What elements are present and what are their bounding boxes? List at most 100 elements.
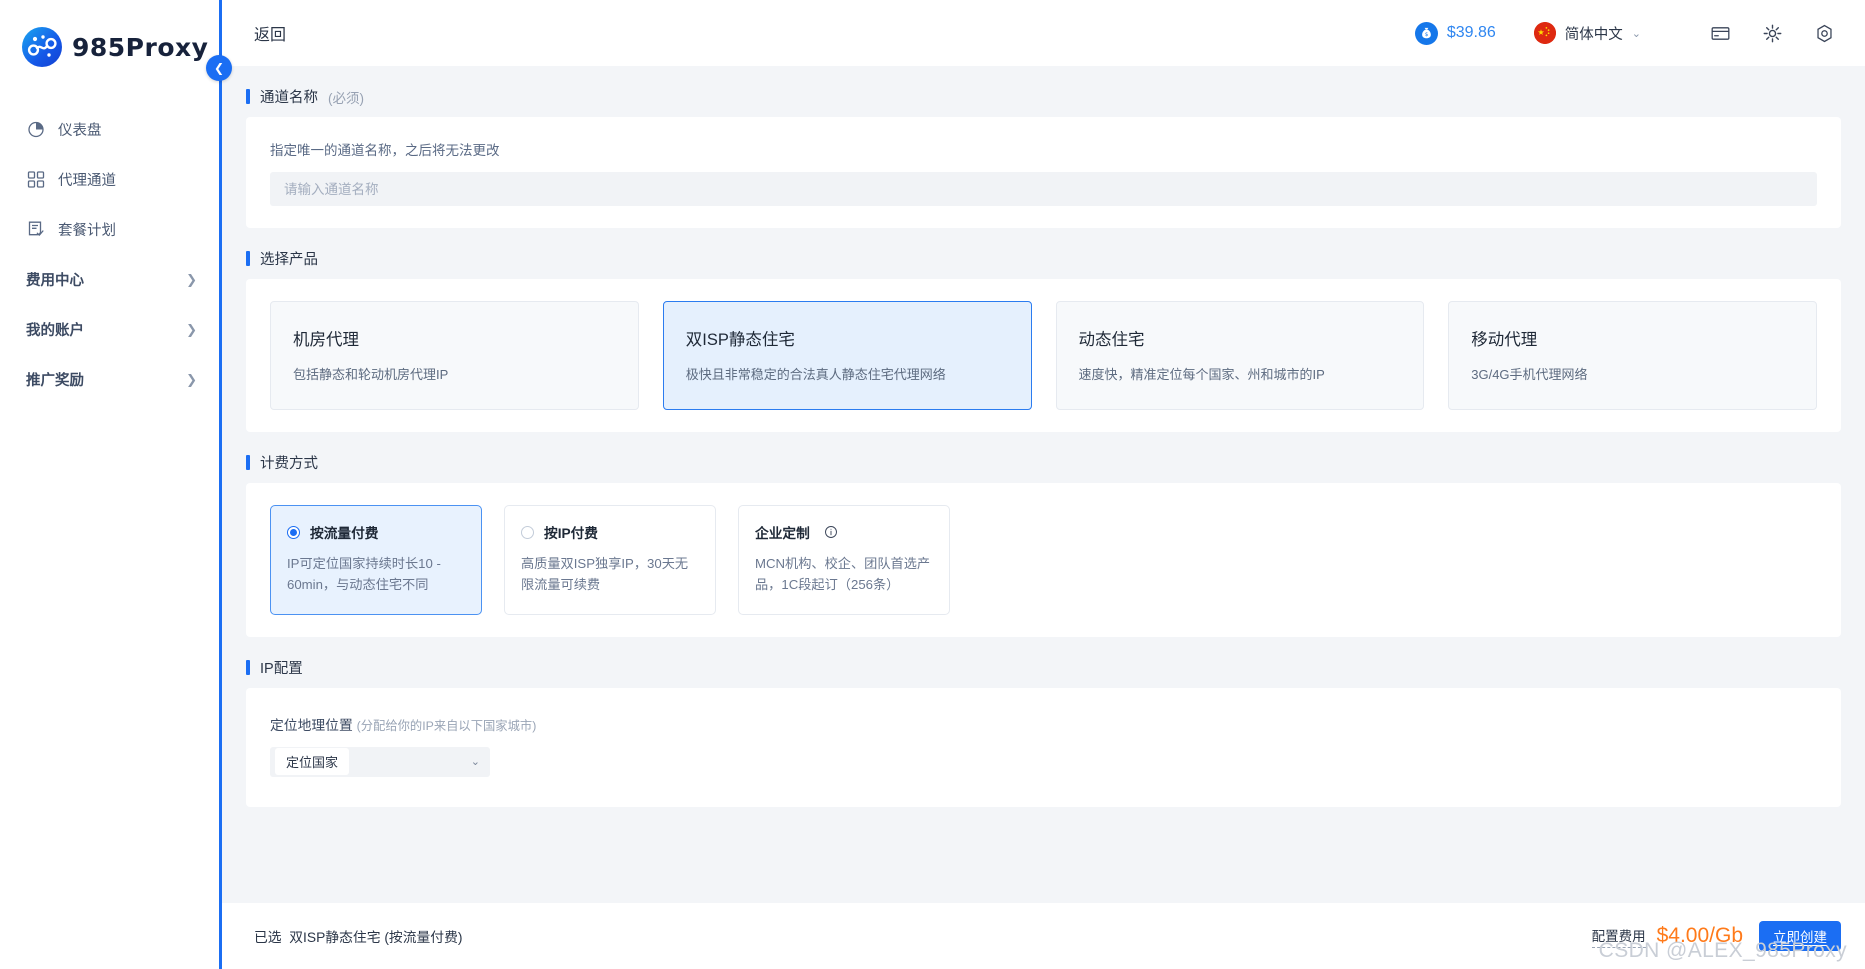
app-root: 985Proxy ❮ 仪表盘 代理通道 套餐计划 费用中心 ❯ 我的账户 ❯ 推…	[0, 0, 1865, 969]
money-bag-icon: $	[1414, 21, 1438, 45]
radio-button[interactable]	[287, 525, 300, 539]
billing-option-header: 企业定制	[755, 522, 933, 542]
ip-config-card: 定位地理位置 (分配给你的IP来自以下国家城市) 定位国家 ⌄	[246, 687, 1841, 807]
section-channel-name: 通道名称 (必须) 指定唯一的通道名称，之后将无法更改	[246, 80, 1841, 228]
section-ip-config: IP配置 定位地理位置 (分配给你的IP来自以下国家城市) 定位国家 ⌄	[246, 651, 1841, 807]
product-title: 机房代理	[293, 331, 359, 349]
billing-option-title: 按IP付费	[544, 526, 598, 541]
info-circle-icon[interactable]	[824, 525, 838, 539]
section-title: 通道名称	[260, 90, 318, 106]
sidebar-item-proxy-channel[interactable]: 代理通道	[0, 154, 219, 204]
channel-name-input[interactable]	[270, 172, 1817, 206]
sidebar-item-label: 我的账户	[26, 322, 84, 339]
language-selector[interactable]: 简体中文 ⌄	[1533, 22, 1641, 44]
sidebar-item-my-account[interactable]: 我的账户 ❯	[0, 304, 219, 354]
section-accent-bar	[246, 659, 250, 675]
billing-option-header: 按流量付费	[287, 522, 465, 542]
billing-option-title: 企业定制	[755, 526, 810, 541]
selected-summary: 已选 双ISP静态住宅 (按流量付费)	[254, 926, 463, 946]
sidebar-nav: 仪表盘 代理通道 套餐计划 费用中心 ❯ 我的账户 ❯ 推广奖励 ❯	[0, 104, 219, 404]
fee-amount: $4.00/Gb	[1656, 924, 1743, 947]
billing-option-header: 按IP付费	[521, 522, 699, 542]
brand-logo[interactable]: 985Proxy	[0, 0, 219, 70]
billing-card-container: 按流量付费 IP可定位国家持续时长10 - 60min，与动态住宅不同 按IP付…	[246, 483, 1841, 637]
chevron-right-icon: ❯	[186, 371, 197, 387]
china-flag-icon	[1533, 22, 1556, 44]
billing-option-by-traffic[interactable]: 按流量付费 IP可定位国家持续时长10 - 60min，与动态住宅不同	[270, 505, 482, 615]
wallet-card-icon[interactable]	[1703, 16, 1737, 50]
grid-squares-icon	[26, 169, 46, 189]
balance-amount: $39.86	[1446, 24, 1496, 41]
selected-value: 双ISP静态住宅 (按流量付费)	[289, 930, 463, 945]
billing-option-desc: 高质量双ISP独享IP，30天无限流量可续费	[521, 556, 689, 593]
product-option-mobile[interactable]: 移动代理 3G/4G手机代理网络	[1448, 301, 1817, 410]
section-header: IP配置	[246, 651, 1841, 688]
chevron-right-icon: ❯	[186, 321, 197, 337]
chevron-down-icon: ⌄	[1631, 27, 1641, 40]
balance-display[interactable]: $ $39.86	[1414, 21, 1496, 45]
product-card-container: 机房代理 包括静态和轮动机房代理IP 双ISP静态住宅 极快且非常稳定的合法真人…	[246, 279, 1841, 432]
product-option-rotating-residential[interactable]: 动态住宅 速度快，精准定位每个国家、州和城市的IP	[1055, 301, 1425, 410]
sidebar-item-label: 仪表盘	[58, 122, 102, 139]
create-now-button[interactable]: 立即创建	[1759, 921, 1841, 951]
section-subtitle: (必须)	[328, 90, 364, 106]
create-now-button-label: 立即创建	[1773, 930, 1827, 946]
section-header: 计费方式	[246, 446, 1841, 483]
footer-bar: 已选 双ISP静态住宅 (按流量付费) 配置费用 $4.00/Gb 立即创建 C…	[222, 903, 1865, 969]
product-title: 双ISP静态住宅	[685, 331, 795, 349]
product-option-datacenter[interactable]: 机房代理 包括静态和轮动机房代理IP	[270, 301, 639, 410]
billing-option-desc: MCN机构、校企、团队首选产品，1C段起订（256条）	[755, 556, 931, 593]
billing-option-by-ip[interactable]: 按IP付费 高质量双ISP独享IP，30天无限流量可续费	[504, 505, 716, 615]
section-select-product: 选择产品 机房代理 包括静态和轮动机房代理IP 双ISP静态住宅 极快且非常稳定…	[246, 242, 1841, 432]
product-desc: 速度快，精准定位每个国家、州和城市的IP	[1078, 367, 1325, 382]
svg-text:$: $	[1425, 32, 1428, 38]
sidebar-item-billing-center[interactable]: 费用中心 ❯	[0, 254, 219, 304]
language-label: 简体中文	[1564, 26, 1623, 43]
radio-button[interactable]	[521, 525, 534, 539]
sidebar-item-label: 代理通道	[58, 172, 116, 189]
section-accent-bar	[246, 455, 250, 470]
billing-option-desc: IP可定位国家持续时长10 - 60min，与动态住宅不同	[287, 556, 441, 593]
content-region: 通道名称 (必须) 指定唯一的通道名称，之后将无法更改 选择产品	[222, 66, 1865, 903]
sidebar-item-dashboard[interactable]: 仪表盘	[0, 104, 219, 154]
plan-checklist-icon	[26, 219, 46, 239]
product-desc: 包括静态和轮动机房代理IP	[293, 367, 449, 382]
billing-option-enterprise[interactable]: 企业定制 MCN机构、校企、团队首选产品，1C段起订（256条）	[738, 505, 950, 615]
country-select-value: 定位国家	[275, 748, 350, 776]
selected-prefix: 已选	[254, 930, 282, 945]
chevron-right-icon: ❯	[186, 271, 197, 287]
billing-options-row: 按流量付费 IP可定位国家持续时长10 - 60min，与动态住宅不同 按IP付…	[270, 505, 1817, 615]
sidebar-item-label: 套餐计划	[58, 222, 116, 239]
product-desc: 极快且非常稳定的合法真人静态住宅代理网络	[685, 367, 946, 382]
section-title: 计费方式	[260, 456, 318, 472]
geo-location-label-hint: (分配给你的IP来自以下国家城市)	[356, 718, 537, 733]
geo-location-label-main: 定位地理位置	[270, 717, 353, 733]
main-area: 返回 $ $39.86 简体中文 ⌄ 通道名称 (必须) 指定唯一的通道名称，之…	[222, 0, 1865, 969]
product-grid: 机房代理 包括静态和轮动机房代理IP 双ISP静态住宅 极快且非常稳定的合法真人…	[270, 301, 1817, 410]
sidebar-item-plan[interactable]: 套餐计划	[0, 204, 219, 254]
section-header: 通道名称 (必须)	[246, 80, 1841, 117]
brightness-sun-icon[interactable]	[1755, 16, 1789, 50]
product-title: 移动代理	[1471, 331, 1538, 349]
back-button[interactable]: 返回	[254, 21, 286, 45]
channel-name-hint: 指定唯一的通道名称，之后将无法更改	[270, 143, 500, 158]
fee-label: 配置费用	[1591, 925, 1646, 948]
channel-name-card: 指定唯一的通道名称，之后将无法更改	[246, 117, 1841, 228]
product-desc: 3G/4G手机代理网络	[1471, 367, 1588, 382]
country-select[interactable]: 定位国家 ⌄	[270, 746, 490, 777]
section-title: IP配置	[260, 660, 303, 677]
sidebar-item-label: 费用中心	[26, 272, 84, 289]
settings-hexagon-icon[interactable]	[1807, 16, 1841, 50]
sidebar-item-label: 推广奖励	[26, 372, 84, 389]
geo-location-label: 定位地理位置 (分配给你的IP来自以下国家城市)	[270, 714, 1817, 734]
sidebar-collapse-button[interactable]: ❮	[206, 55, 232, 81]
section-accent-bar	[246, 89, 250, 104]
topbar-right: $ $39.86 简体中文 ⌄	[1414, 16, 1841, 50]
product-option-dual-isp-static[interactable]: 双ISP静态住宅 极快且非常稳定的合法真人静态住宅代理网络	[662, 301, 1032, 410]
section-billing-method: 计费方式 按流量付费 IP可定位国家持续时长10 - 60min，与动态住宅不同	[246, 446, 1841, 637]
sidebar-item-promotion-reward[interactable]: 推广奖励 ❯	[0, 354, 219, 404]
brand-name: 985Proxy	[72, 32, 209, 62]
section-accent-bar	[246, 251, 250, 266]
proxy-network-logo-icon	[22, 27, 62, 67]
billing-option-title: 按流量付费	[310, 526, 379, 541]
